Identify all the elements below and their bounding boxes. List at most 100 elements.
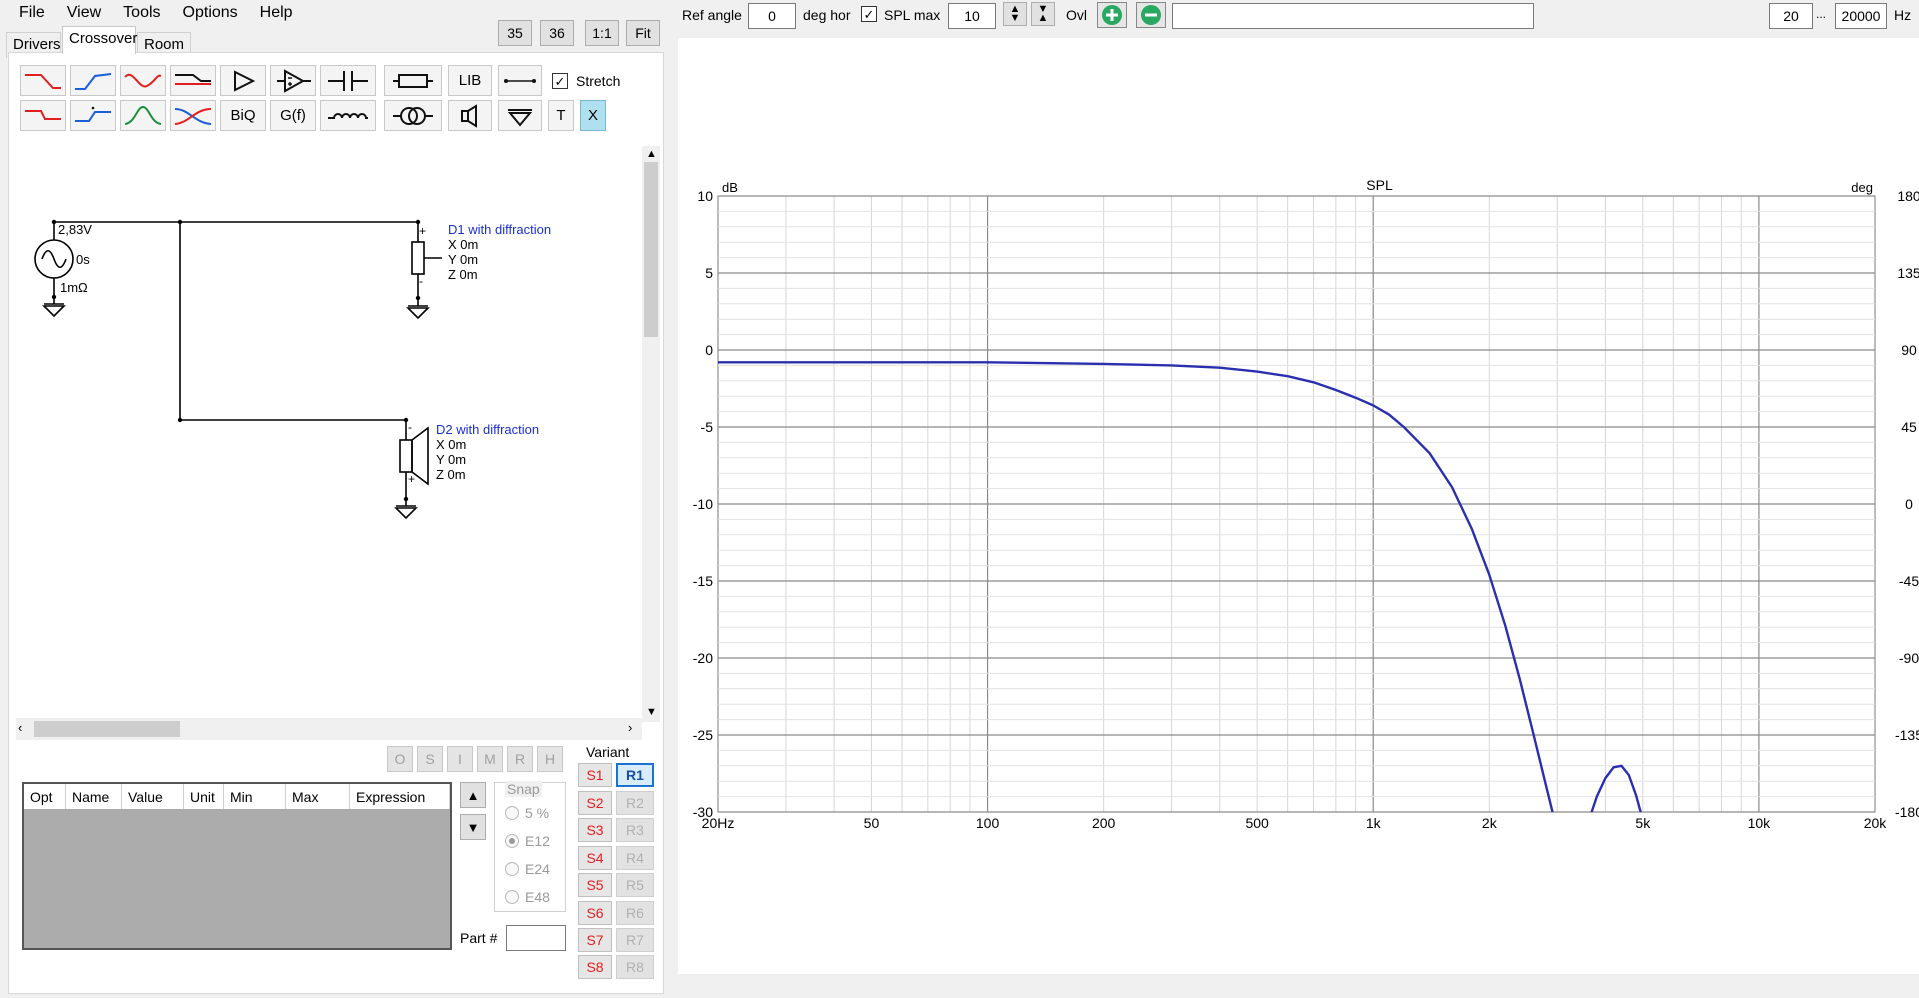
stretch-checkbox[interactable]: ✓	[552, 73, 568, 89]
snap-option-5pct[interactable]: 5 %	[505, 805, 549, 821]
transfer-function-button[interactable]: G(f)	[270, 100, 316, 131]
buffer-tool[interactable]	[220, 65, 266, 96]
zoom-fit-button[interactable]: Fit	[626, 20, 660, 46]
shelf-tool[interactable]	[170, 65, 216, 96]
freq-max-input[interactable]: 20000	[1835, 3, 1887, 29]
schematic-canvas[interactable]: 2,83V 0s 1mΩ + - - + D1 with diffraction…	[16, 146, 642, 722]
freq-min-input[interactable]: 20	[1769, 3, 1813, 29]
move-up-button[interactable]: ▲	[460, 782, 486, 808]
spl-range-button[interactable]: ▼ ▲	[1031, 2, 1055, 26]
inductor-tool[interactable]	[320, 100, 376, 131]
col-name[interactable]: Name	[66, 784, 122, 809]
variant-s1-button[interactable]: S1	[578, 763, 612, 787]
biquad-button[interactable]: BiQ	[220, 100, 266, 131]
d2-plus-label: +	[408, 472, 416, 486]
opt-s-button[interactable]: S	[417, 746, 443, 772]
col-min[interactable]: Min	[224, 784, 286, 809]
snap-option-e12[interactable]: E12	[505, 833, 550, 849]
opt-r-button[interactable]: R	[507, 746, 533, 772]
spl-chart[interactable]: 20Hz 50 100 200 500 1k 2k 5k 10k 20k1050-5-10-15-…	[678, 38, 1919, 974]
opt-h-button[interactable]: H	[537, 746, 563, 772]
variant-r2-button[interactable]: R2	[616, 791, 654, 815]
opt-i-button[interactable]: I	[447, 746, 473, 772]
notch-red-tool[interactable]	[120, 65, 166, 96]
scroll-down-icon[interactable]: ▼	[646, 706, 657, 718]
y-tick-label: -10	[693, 496, 713, 512]
menu-help[interactable]: Help	[249, 1, 304, 25]
spl-chart-panel[interactable]: 20Hz 50 100 200 500 1k 2k 5k 10k 20k 10 5 0 -5 -10 -15-…	[678, 38, 1919, 974]
x-tick-label: 50	[864, 815, 880, 831]
vertical-scroll-thumb[interactable]	[644, 162, 658, 337]
tab-crossover[interactable]: Crossover	[62, 26, 137, 54]
menu-file[interactable]: File	[8, 1, 56, 25]
d1-name-label[interactable]: D1 with diffraction	[448, 222, 551, 237]
variant-s7-button[interactable]: S7	[578, 928, 612, 952]
highpass-blue-tool[interactable]	[70, 65, 116, 96]
snap-option-e48[interactable]: E48	[505, 889, 550, 905]
ground-icon	[507, 108, 533, 127]
overlay-text-field[interactable]	[1172, 3, 1534, 29]
transformer-tool[interactable]	[384, 100, 442, 131]
variant-r1-button[interactable]: R1	[616, 763, 654, 787]
spl-max-checkbox[interactable]: ✓	[861, 6, 877, 22]
horizontal-scroll-thumb[interactable]	[34, 721, 180, 737]
parameter-table[interactable]: Opt Name Value Unit Min Max Expression	[22, 782, 452, 950]
variant-r3-button[interactable]: R3	[616, 818, 654, 842]
variant-r4-button[interactable]: R4	[616, 846, 654, 870]
schematic-vertical-scrollbar[interactable]: ▲ ▼	[642, 146, 660, 722]
col-max[interactable]: Max	[286, 784, 350, 809]
col-opt[interactable]: Opt	[24, 784, 66, 809]
ref-angle-input[interactable]: 0	[748, 3, 796, 29]
d1-x-label: X 0m	[448, 237, 479, 252]
menu-view[interactable]: View	[56, 1, 112, 25]
d2-name-label[interactable]: D2 with diffraction	[436, 422, 539, 437]
spl-max-input[interactable]: 10	[948, 3, 996, 29]
opt-m-button[interactable]: M	[477, 746, 503, 772]
col-unit[interactable]: Unit	[184, 784, 224, 809]
opamp-tool[interactable]	[270, 65, 316, 96]
wire-tool[interactable]	[498, 65, 542, 96]
text-tool-button[interactable]: T	[548, 100, 574, 131]
variant-s6-button[interactable]: S6	[578, 901, 612, 925]
library-button[interactable]: LIB	[448, 65, 492, 96]
zoom-35-button[interactable]: 35	[498, 20, 532, 46]
zoom-36-button[interactable]: 36	[540, 20, 574, 46]
bandpass-green-tool[interactable]	[120, 100, 166, 131]
source-voltage-label: 2,83V	[58, 222, 92, 237]
col-expression[interactable]: Expression	[350, 784, 450, 809]
scroll-left-icon[interactable]: ‹	[18, 720, 22, 735]
snap-option-e24[interactable]: E24	[505, 861, 550, 877]
variant-r8-button[interactable]: R8	[616, 955, 654, 979]
zoom-1-1-button[interactable]: 1:1	[585, 20, 619, 46]
opt-o-button[interactable]: O	[387, 746, 413, 772]
spl-max-spin-button[interactable]: ▲ ▼	[1003, 2, 1027, 26]
variant-s4-button[interactable]: S4	[578, 846, 612, 870]
variant-s2-button[interactable]: S2	[578, 791, 612, 815]
part-number-input[interactable]	[506, 925, 566, 951]
variant-s8-button[interactable]: S8	[578, 955, 612, 979]
resistor-tool[interactable]	[384, 65, 442, 96]
highpass-step-tool[interactable]	[70, 100, 116, 131]
lowpass-step-tool[interactable]	[20, 100, 66, 131]
speaker-tool[interactable]	[448, 100, 492, 131]
ground-tool[interactable]	[498, 100, 542, 131]
y2-tick-label: 135	[1897, 265, 1919, 281]
scroll-right-icon[interactable]: ›	[628, 720, 632, 735]
add-overlay-button[interactable]	[1097, 2, 1127, 28]
delete-tool-button[interactable]: X	[580, 100, 606, 131]
variant-s3-button[interactable]: S3	[578, 818, 612, 842]
scroll-up-icon[interactable]: ▲	[646, 148, 657, 160]
variant-r6-button[interactable]: R6	[616, 901, 654, 925]
schematic-horizontal-scrollbar[interactable]: ‹ ›	[16, 718, 642, 740]
variant-r7-button[interactable]: R7	[616, 928, 654, 952]
lowpass-red-tool[interactable]	[20, 65, 66, 96]
variant-s5-button[interactable]: S5	[578, 873, 612, 897]
menu-options[interactable]: Options	[172, 1, 249, 25]
capacitor-tool[interactable]	[320, 65, 376, 96]
move-down-button[interactable]: ▼	[460, 814, 486, 840]
crossover-pair-tool[interactable]	[170, 100, 216, 131]
remove-overlay-button[interactable]	[1136, 2, 1166, 28]
variant-r5-button[interactable]: R5	[616, 873, 654, 897]
menu-tools[interactable]: Tools	[112, 1, 171, 25]
col-value[interactable]: Value	[122, 784, 184, 809]
